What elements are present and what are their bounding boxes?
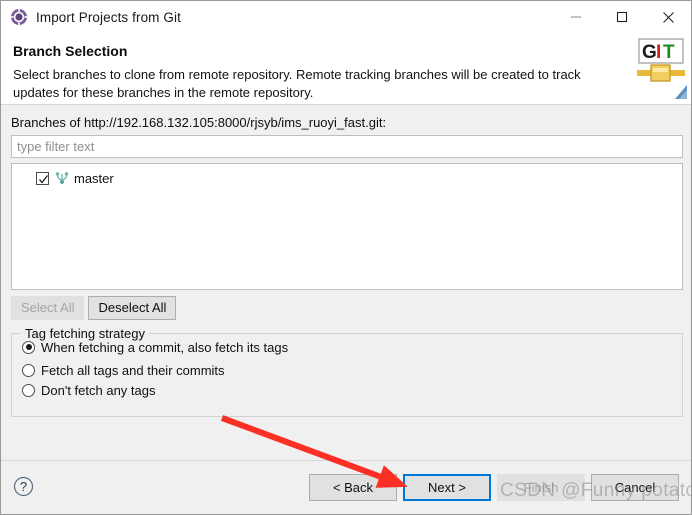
radio-button[interactable] — [22, 363, 35, 377]
radio-option-fetch-all-tags[interactable]: Fetch all tags and their commits — [12, 360, 682, 380]
wizard-body: Branches of http://192.168.132.105:8000/… — [1, 105, 691, 460]
window-title: Import Projects from Git — [36, 9, 181, 25]
radio-label: Don't fetch any tags — [41, 382, 156, 398]
radio-option-no-tags[interactable]: Don't fetch any tags — [12, 380, 682, 400]
branches-label: Branches of http://192.168.132.105:8000/… — [11, 115, 387, 130]
page-title: Branch Selection — [13, 43, 128, 59]
svg-text:T: T — [663, 42, 675, 63]
radio-label: When fetching a commit, also fetch its t… — [41, 339, 289, 355]
deselect-all-button[interactable]: Deselect All — [88, 296, 177, 320]
wizard-header: Branch Selection Select branches to clon… — [1, 33, 691, 105]
radio-button[interactable] — [22, 383, 35, 397]
tag-strategy-legend: Tag fetching strategy — [21, 326, 149, 341]
next-button[interactable]: Next > — [403, 474, 491, 501]
selection-buttons: Select All Deselect All — [11, 296, 681, 320]
branch-name: master — [74, 170, 114, 186]
branch-list-item[interactable]: master — [12, 168, 682, 188]
back-button[interactable]: < Back — [309, 474, 397, 501]
maximize-button[interactable] — [599, 1, 645, 33]
branch-checkbox[interactable] — [36, 171, 49, 185]
page-description: Select branches to clone from remote rep… — [13, 67, 581, 100]
radio-label: Fetch all tags and their commits — [41, 362, 225, 378]
import-projects-dialog: Import Projects from Git Branch Selectio… — [0, 0, 692, 515]
window-controls — [553, 1, 691, 33]
watermark: CSDN @Funny potato — [500, 480, 692, 501]
tag-fetching-strategy-group: Tag fetching strategy When fetching a co… — [11, 326, 683, 417]
eclipse-icon — [10, 8, 28, 26]
help-icon[interactable]: ? — [13, 476, 34, 497]
minimize-button[interactable] — [553, 1, 599, 33]
svg-text:I: I — [656, 42, 661, 63]
select-all-button[interactable]: Select All — [11, 296, 85, 320]
svg-text:G: G — [642, 42, 657, 63]
radio-button[interactable] — [22, 340, 35, 354]
branch-list[interactable]: master — [11, 163, 683, 290]
git-branch-icon — [54, 170, 70, 186]
title-bar: Import Projects from Git — [1, 1, 691, 33]
close-button[interactable] — [645, 1, 691, 33]
filter-input[interactable] — [11, 135, 683, 158]
svg-text:?: ? — [20, 479, 27, 494]
git-banner-icon: G I T — [635, 37, 687, 101]
